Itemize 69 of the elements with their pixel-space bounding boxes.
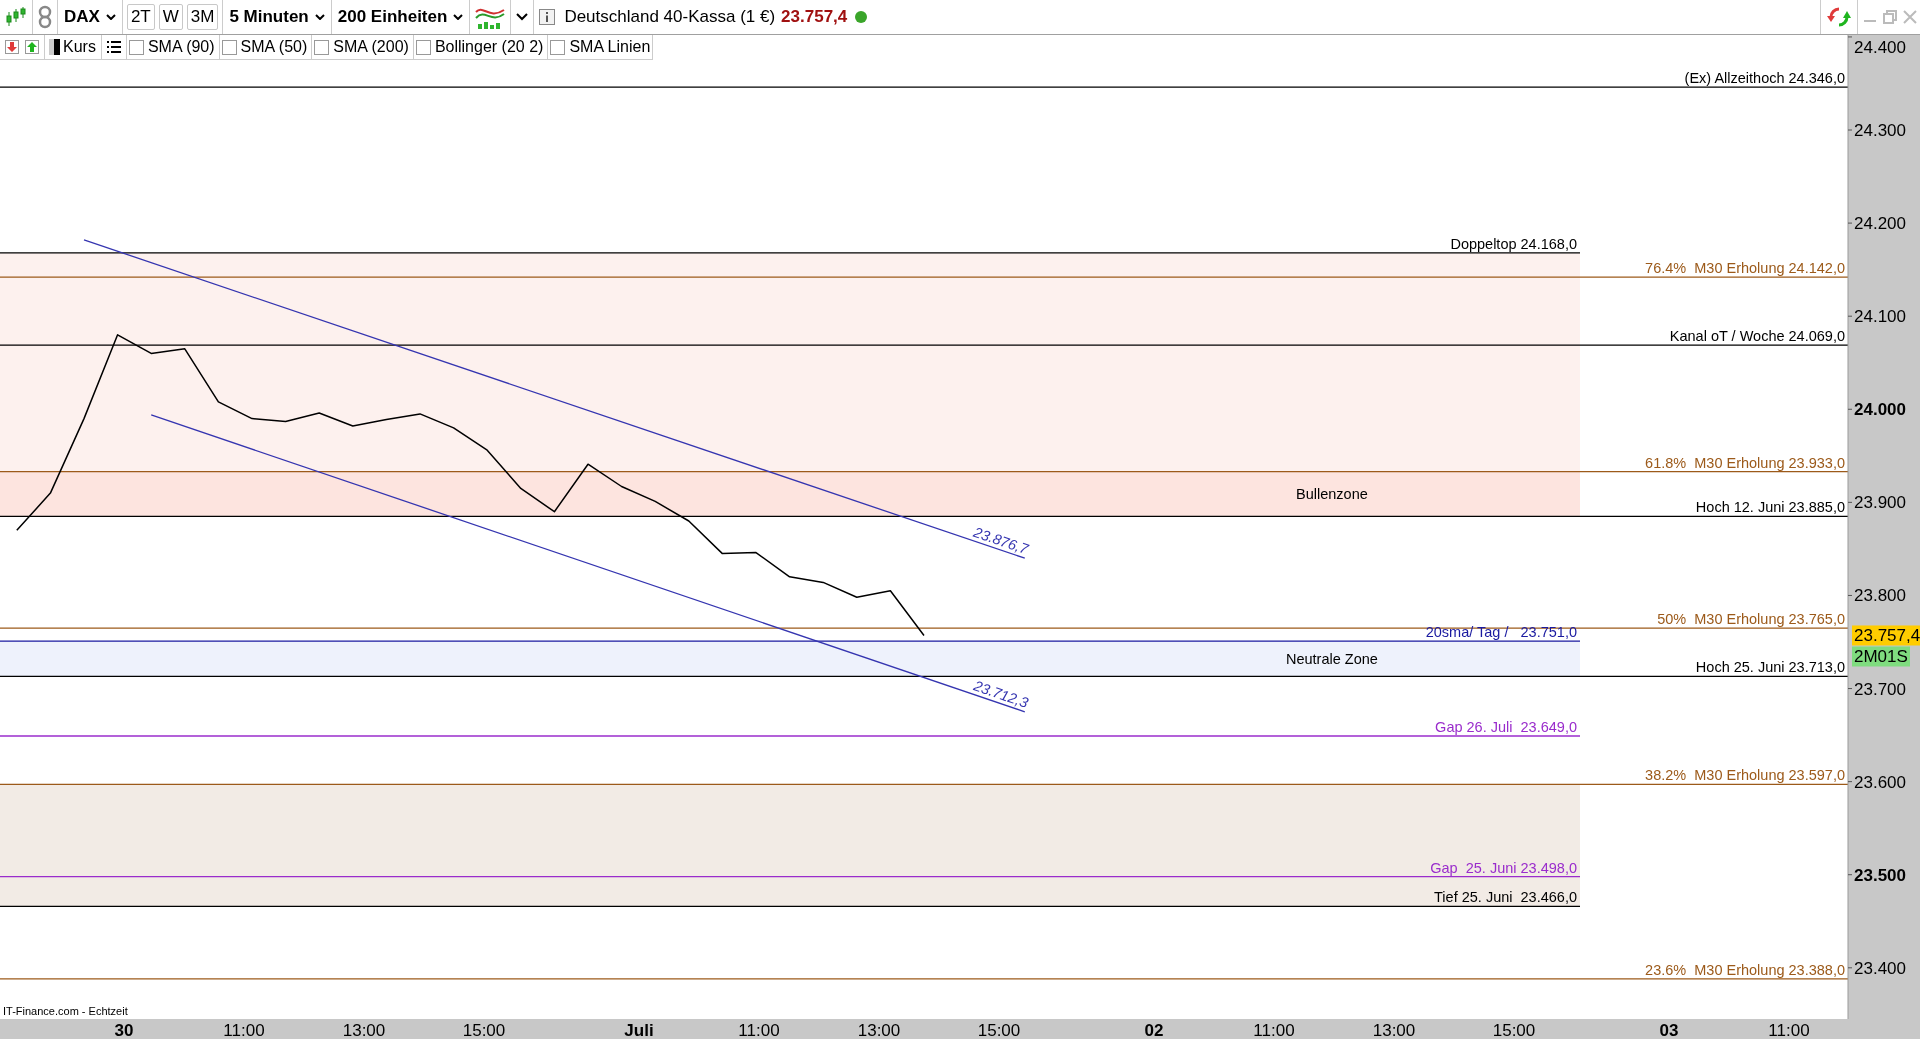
checkbox[interactable] [314, 39, 330, 55]
y-axis-label: 23.500 [1854, 865, 1906, 885]
data-source: IT-Finance.com - Echtzeit [3, 1005, 128, 1017]
indicator-checkbox[interactable]: SMA (50) [221, 38, 310, 56]
x-axis-label: 11:00 [1768, 1021, 1810, 1039]
level-label: 61.8% M30 Erholung 23.933,0 [1645, 454, 1845, 471]
y-axis-label: 24.100 [1854, 307, 1906, 327]
price-series-label: Kurs [63, 38, 96, 56]
indicator-checkbox[interactable]: SMA (90) [128, 38, 217, 56]
y-axis-label: 24.400 [1854, 38, 1906, 57]
x-axis-label: 02 [1144, 1021, 1164, 1039]
y-axis-label: 24.000 [1854, 400, 1906, 420]
checkbox[interactable] [128, 39, 144, 55]
level-label: (Ex) Allzeithoch 24.346,0 [1684, 70, 1845, 87]
timer-tag: 2M01S [1852, 646, 1910, 667]
level-label: Doppeltop 24.168,0 [1450, 235, 1577, 252]
level-label: Hoch 25. Juni 23.713,0 [1695, 659, 1845, 676]
level-label: 76.4% M30 Erholung 24.142,0 [1645, 260, 1845, 277]
range-button[interactable]: 3M [186, 4, 219, 30]
candle-icon [49, 39, 61, 55]
y-axis-label: 23.600 [1854, 772, 1906, 792]
last-price: 23.757,4 [781, 7, 848, 27]
level-label: Gap 26. Juli 23.649,0 [1435, 719, 1577, 735]
x-axis-label: 13:00 [857, 1021, 901, 1039]
caret-icon [453, 14, 464, 20]
x-axis-label: 15:00 [1492, 1021, 1536, 1039]
y-axis-label: 23.900 [1854, 493, 1906, 513]
range-button[interactable]: W [158, 4, 183, 30]
level-label: Hoch 12. Juni 23.885,0 [1695, 499, 1845, 516]
level-label: Kanal oT / Woche 24.069,0 [1669, 328, 1845, 345]
caret-icon [105, 14, 116, 20]
interval-dropdown[interactable]: 5 Minuten [225, 2, 329, 32]
x-axis-label: 11:00 [223, 1021, 265, 1039]
units-dropdown[interactable]: 200 Einheiten [333, 2, 468, 32]
x-axis-label: 11:00 [738, 1021, 780, 1039]
indicator-checkbox[interactable]: SMA (200) [314, 38, 411, 56]
range-button[interactable]: 2T [126, 4, 155, 30]
x-axis-label: 15:00 [462, 1021, 506, 1039]
y-axis-label: 23.700 [1854, 679, 1906, 699]
buy-arrow-icon[interactable] [22, 40, 42, 54]
x-axis-label: 11:00 [1253, 1021, 1295, 1039]
x-axis-label: 03 [1659, 1021, 1679, 1039]
indicator-checkbox[interactable]: SMA Linien [550, 38, 653, 56]
level-label: Gap 25. Juni 23.498,0 [1430, 859, 1577, 876]
x-axis-label: 30 [114, 1021, 134, 1039]
y-axis-label: 24.200 [1854, 214, 1906, 234]
caret-icon [314, 14, 325, 20]
zone-label: Bullenzone [1296, 486, 1368, 502]
x-axis-label: Juli [624, 1021, 654, 1039]
symbol-dropdown[interactable]: DAX [60, 2, 120, 32]
y-axis-label: 23.400 [1854, 958, 1906, 978]
checkbox[interactable] [550, 39, 566, 55]
x-axis-label: 13:00 [342, 1021, 386, 1039]
y-axis-label: 24.300 [1854, 121, 1906, 140]
level-label: 50% M30 Erholung 23.765,0 [1657, 611, 1845, 628]
x-axis-label: 13:00 [1372, 1021, 1416, 1039]
level-label: 23.6% M30 Erholung 23.388,0 [1645, 961, 1845, 978]
x-axis-label: 15:00 [977, 1021, 1021, 1039]
zone-label: Neutrale Zone [1286, 650, 1378, 667]
indicator-checkbox[interactable]: Bollinger (20 2) [415, 38, 546, 56]
level-label: 38.2% M30 Erholung 23.597,0 [1645, 767, 1845, 784]
checkbox[interactable] [221, 39, 237, 55]
instrument-name: Deutschland 40-Kassa (1 €) [564, 7, 776, 27]
y-axis-label: 23.800 [1854, 586, 1906, 606]
checkbox[interactable] [415, 39, 431, 55]
level-label: Tief 25. Juni 23.466,0 [1434, 889, 1577, 906]
price-tag: 23.757,4 [1852, 625, 1920, 646]
sell-arrow-icon[interactable] [2, 40, 22, 54]
level-label: 20sma/ Tag / 23.751,0 [1425, 624, 1577, 641]
